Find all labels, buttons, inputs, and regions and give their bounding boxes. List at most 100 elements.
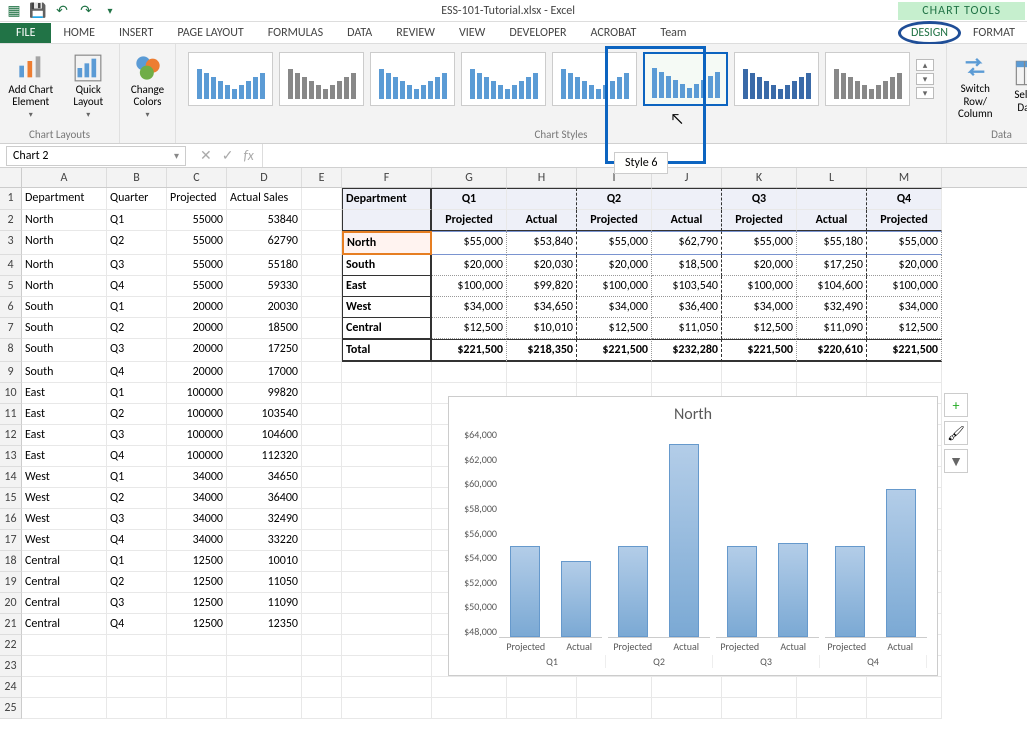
cell[interactable]: $34,000 (432, 297, 507, 318)
chart-filter-button[interactable]: ▼ (944, 449, 968, 473)
cell[interactable]: 32490 (227, 509, 302, 530)
chart-bar[interactable] (561, 561, 591, 637)
col-header[interactable]: K (722, 168, 797, 187)
cell[interactable] (302, 656, 342, 677)
cell[interactable]: 17000 (227, 362, 302, 383)
col-header[interactable]: F (342, 168, 432, 187)
name-box-dropdown-icon[interactable]: ▾ (174, 149, 179, 162)
embedded-chart[interactable]: North $48,000$50,000$52,000$54,000$56,00… (448, 396, 938, 676)
chart-bar[interactable] (886, 489, 916, 637)
cell[interactable]: Total (342, 339, 432, 362)
cell[interactable] (167, 656, 227, 677)
cell[interactable]: $20,000 (722, 255, 797, 276)
cell[interactable]: Q2 (107, 488, 167, 509)
cell[interactable]: Q4 (107, 446, 167, 467)
cell[interactable]: 53840 (227, 210, 302, 231)
cell[interactable]: $12,500 (867, 318, 942, 339)
cell[interactable]: 100000 (167, 425, 227, 446)
cell[interactable] (302, 614, 342, 635)
quick-layout-button[interactable]: Quick Layout ▾ (64, 54, 114, 120)
cell[interactable]: 36400 (227, 488, 302, 509)
row-header[interactable]: 23 (0, 656, 22, 677)
cell[interactable]: North (22, 210, 107, 231)
cell[interactable]: $100,000 (867, 276, 942, 297)
col-header[interactable]: E (302, 168, 342, 187)
cell[interactable]: Q3 (107, 339, 167, 362)
chart-bar[interactable] (835, 546, 865, 637)
cell[interactable]: 11090 (227, 593, 302, 614)
cell[interactable]: $55,000 (432, 231, 507, 255)
cell[interactable]: $12,500 (577, 318, 652, 339)
cell[interactable]: South (342, 255, 432, 276)
cell[interactable] (22, 698, 107, 719)
cell[interactable]: $232,280 (652, 339, 722, 362)
cell[interactable]: $34,650 (507, 297, 577, 318)
cell[interactable] (342, 425, 432, 446)
cell[interactable] (342, 210, 432, 231)
cell[interactable] (302, 446, 342, 467)
chart-bar[interactable] (778, 543, 808, 637)
cell[interactable] (652, 677, 722, 698)
save-icon[interactable]: 💾 (30, 3, 46, 19)
cell[interactable]: Q1 (107, 551, 167, 572)
cell[interactable]: Department (22, 188, 107, 210)
cell[interactable]: $218,350 (507, 339, 577, 362)
cell[interactable] (797, 698, 867, 719)
row-header[interactable]: 3 (0, 231, 22, 255)
cell[interactable] (107, 656, 167, 677)
cell[interactable]: Central (22, 593, 107, 614)
cell[interactable]: 100000 (167, 404, 227, 425)
undo-icon[interactable]: ↶ (54, 3, 70, 19)
cell[interactable] (432, 677, 507, 698)
cell[interactable]: 18500 (227, 318, 302, 339)
cell[interactable] (302, 276, 342, 297)
cell[interactable]: Actual Sales (227, 188, 302, 210)
row-header[interactable]: 25 (0, 698, 22, 719)
cell[interactable]: $55,000 (577, 231, 652, 255)
col-header[interactable]: G (432, 168, 507, 187)
cell[interactable]: 112320 (227, 446, 302, 467)
cell[interactable]: $17,250 (797, 255, 867, 276)
tab-developer[interactable]: DEVELOPER (497, 23, 578, 43)
row-header[interactable]: 7 (0, 318, 22, 339)
cell[interactable]: Q4 (107, 614, 167, 635)
cell[interactable]: 33220 (227, 530, 302, 551)
cell[interactable]: $20,000 (432, 255, 507, 276)
chart-bar[interactable] (669, 444, 699, 637)
cell[interactable] (507, 677, 577, 698)
cell[interactable] (227, 635, 302, 656)
cell[interactable]: 20000 (167, 297, 227, 318)
row-header[interactable]: 13 (0, 446, 22, 467)
cell[interactable] (342, 593, 432, 614)
cell[interactable]: 12350 (227, 614, 302, 635)
cell[interactable]: 34000 (167, 509, 227, 530)
col-header[interactable]: A (22, 168, 107, 187)
cell[interactable]: East (22, 383, 107, 404)
cell[interactable] (342, 635, 432, 656)
chart-style-option[interactable] (461, 52, 546, 106)
cell[interactable]: East (22, 404, 107, 425)
cell[interactable] (302, 255, 342, 276)
cell[interactable] (22, 677, 107, 698)
cell[interactable]: Q4 (867, 188, 942, 210)
row-header[interactable]: 17 (0, 530, 22, 551)
cell[interactable]: East (342, 276, 432, 297)
cell[interactable]: $55,180 (797, 231, 867, 255)
tab-insert[interactable]: INSERT (107, 23, 165, 43)
cell[interactable]: 20000 (167, 339, 227, 362)
cell[interactable] (577, 362, 652, 383)
cell[interactable] (302, 231, 342, 255)
cell[interactable] (507, 698, 577, 719)
tab-file[interactable]: FILE (0, 23, 51, 43)
cell[interactable] (652, 188, 722, 210)
cell[interactable]: $55,000 (867, 231, 942, 255)
cell[interactable]: Central (342, 318, 432, 339)
cell[interactable]: $20,000 (867, 255, 942, 276)
cell[interactable]: $221,500 (722, 339, 797, 362)
tab-team[interactable]: Team (648, 23, 698, 43)
cell[interactable]: $221,500 (867, 339, 942, 362)
row-header[interactable]: 12 (0, 425, 22, 446)
cell[interactable] (302, 404, 342, 425)
cell[interactable]: Q2 (107, 231, 167, 255)
row-header[interactable]: 19 (0, 572, 22, 593)
